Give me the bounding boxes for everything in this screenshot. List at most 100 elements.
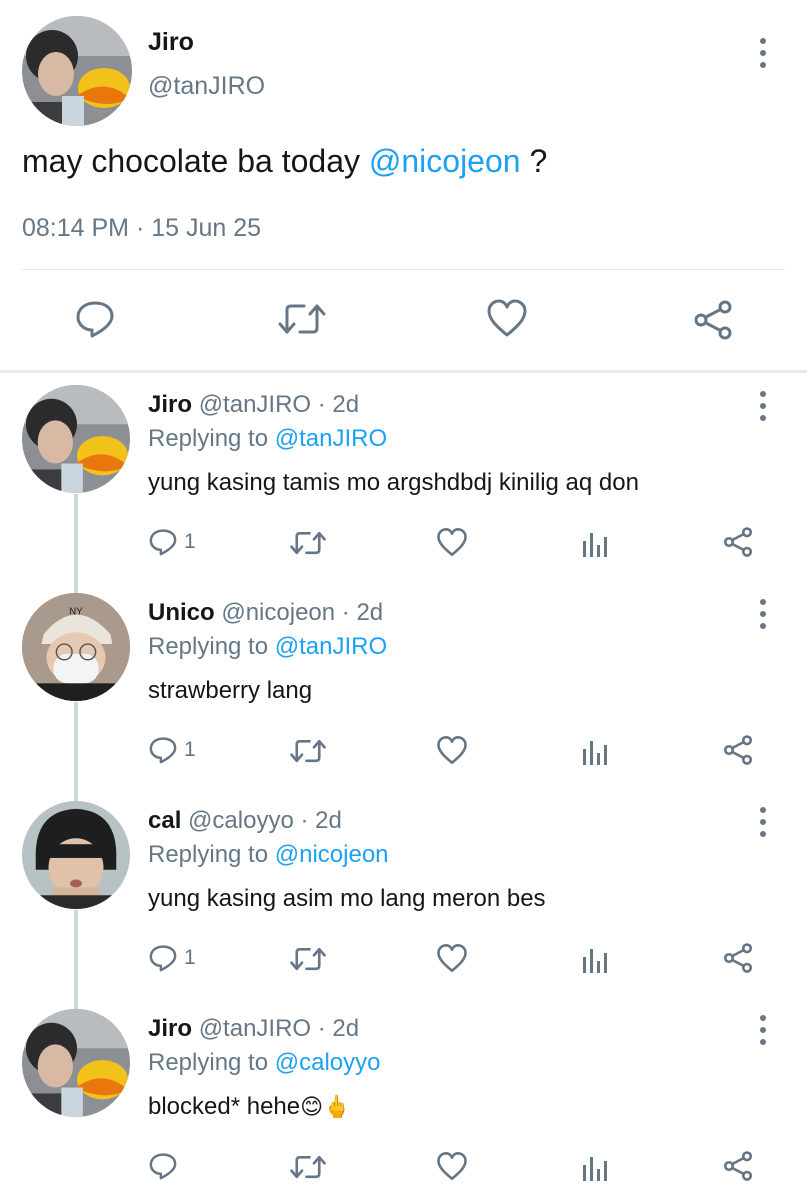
share-button[interactable] bbox=[722, 1151, 754, 1181]
author-name[interactable]: Jiro bbox=[148, 28, 194, 57]
retweet-icon bbox=[278, 304, 326, 334]
reply-button[interactable]: 1 bbox=[148, 943, 196, 973]
avatar[interactable] bbox=[22, 385, 130, 493]
avatar[interactable] bbox=[22, 16, 132, 126]
reply-time: · 2d bbox=[317, 391, 360, 418]
tweet-actions bbox=[0, 290, 807, 350]
divider bbox=[22, 269, 785, 270]
author-name[interactable]: Unico bbox=[148, 599, 215, 626]
reply-tweet[interactable]: Jiro @tanJIRO · 2d Replying to @tanJIRO … bbox=[0, 373, 807, 581]
reply-tweet[interactable]: cal @caloyyo · 2d Replying to @nicojeon … bbox=[0, 789, 807, 997]
reply-icon bbox=[76, 301, 114, 338]
retweet-button[interactable] bbox=[278, 302, 326, 336]
author-handle[interactable]: @tanJIRO bbox=[148, 72, 265, 101]
reply-actions bbox=[0, 1147, 807, 1187]
author-name[interactable]: cal bbox=[148, 807, 181, 834]
share-icon bbox=[723, 527, 753, 557]
reply-tweet[interactable]: Jiro @tanJIRO · 2d Replying to @caloyyo … bbox=[0, 997, 807, 1200]
replying-to: Replying to @tanJIRO bbox=[148, 425, 387, 453]
reply-button[interactable] bbox=[148, 1151, 184, 1181]
tweet-text-body: may chocolate ba today bbox=[22, 143, 369, 179]
reply-header: Unico @nicojeon · 2d bbox=[148, 599, 383, 627]
share-button[interactable] bbox=[722, 735, 754, 765]
share-button[interactable] bbox=[722, 943, 754, 973]
mention-link[interactable]: @nicojeon bbox=[369, 143, 521, 179]
like-button[interactable] bbox=[436, 943, 468, 973]
avatar[interactable]: NY bbox=[22, 593, 130, 701]
reply-time: · 2d bbox=[300, 807, 342, 834]
author-handle[interactable]: @tanJIRO bbox=[199, 1015, 311, 1042]
reply-button[interactable] bbox=[74, 298, 116, 340]
tweet-text: may chocolate ba today @nicojeon ? bbox=[22, 143, 547, 180]
analytics-button[interactable] bbox=[581, 527, 609, 557]
reply-tweet[interactable]: NY Unico @nicojeon · 2d Replying to @tan… bbox=[0, 581, 807, 789]
reply-icon bbox=[149, 945, 177, 972]
like-button[interactable] bbox=[436, 527, 468, 557]
share-button[interactable] bbox=[692, 300, 734, 340]
retweet-button[interactable] bbox=[290, 1154, 326, 1180]
retweet-icon bbox=[290, 947, 326, 971]
reply-text: yung kasing tamis mo argshdbdj kinilig a… bbox=[148, 469, 639, 496]
retweet-icon bbox=[290, 531, 326, 555]
like-button[interactable] bbox=[436, 1151, 468, 1181]
replying-to-label: Replying to bbox=[148, 841, 275, 868]
more-options-icon[interactable] bbox=[758, 599, 768, 629]
avatar[interactable] bbox=[22, 1009, 130, 1117]
analytics-button[interactable] bbox=[581, 943, 609, 973]
retweet-button[interactable] bbox=[290, 738, 326, 764]
share-icon bbox=[723, 735, 753, 765]
author-handle[interactable]: @caloyyo bbox=[188, 807, 294, 834]
reply-count: 1 bbox=[184, 738, 196, 761]
more-options-icon[interactable] bbox=[758, 391, 768, 421]
reply-icon bbox=[149, 1153, 177, 1180]
like-icon bbox=[487, 299, 527, 337]
retweet-icon bbox=[290, 1155, 326, 1179]
like-icon bbox=[437, 527, 467, 557]
analytics-button[interactable] bbox=[581, 735, 609, 765]
author-handle[interactable]: @nicojeon bbox=[221, 599, 335, 626]
author-name[interactable]: Jiro bbox=[148, 391, 192, 418]
reply-button[interactable]: 1 bbox=[148, 735, 196, 765]
reply-button[interactable]: 1 bbox=[148, 527, 196, 557]
reply-header: Jiro @tanJIRO · 2d bbox=[148, 391, 359, 419]
like-icon bbox=[437, 735, 467, 765]
retweet-button[interactable] bbox=[290, 946, 326, 972]
reply-header: cal @caloyyo · 2d bbox=[148, 807, 342, 835]
share-icon bbox=[723, 1151, 753, 1181]
reply-icon bbox=[149, 529, 177, 556]
avatar[interactable] bbox=[22, 801, 130, 909]
more-options-icon[interactable] bbox=[758, 1015, 768, 1045]
analytics-icon bbox=[583, 533, 607, 557]
more-options-icon[interactable] bbox=[758, 38, 768, 68]
mention-link[interactable]: @caloyyo bbox=[275, 1049, 381, 1076]
analytics-icon bbox=[583, 741, 607, 765]
emoji: 😊🖕 bbox=[300, 1095, 351, 1120]
replying-to-label: Replying to bbox=[148, 425, 275, 452]
reply-count: 1 bbox=[184, 530, 196, 553]
like-button[interactable] bbox=[486, 298, 528, 338]
mention-link[interactable]: @tanJIRO bbox=[275, 425, 387, 452]
mention-link[interactable]: @nicojeon bbox=[275, 841, 389, 868]
like-button[interactable] bbox=[436, 735, 468, 765]
reply-actions: 1 bbox=[0, 523, 807, 563]
share-icon bbox=[694, 300, 732, 340]
like-icon bbox=[437, 943, 467, 973]
reply-actions: 1 bbox=[0, 731, 807, 771]
tweet-text-end: ? bbox=[520, 143, 548, 179]
reply-count: 1 bbox=[184, 946, 196, 969]
replying-to: Replying to @tanJIRO bbox=[148, 633, 387, 661]
more-options-icon[interactable] bbox=[758, 807, 768, 837]
mention-link[interactable]: @tanJIRO bbox=[275, 633, 387, 660]
analytics-icon bbox=[583, 1157, 607, 1181]
share-button[interactable] bbox=[722, 527, 754, 557]
replying-to: Replying to @caloyyo bbox=[148, 1049, 381, 1077]
replying-to: Replying to @nicojeon bbox=[148, 841, 389, 869]
tweet-timestamp[interactable]: 08:14 PM · 15 Jun 25 bbox=[22, 214, 261, 243]
main-tweet: Jiro @tanJIRO may chocolate ba today @ni… bbox=[0, 0, 807, 372]
analytics-button[interactable] bbox=[581, 1151, 609, 1181]
retweet-button[interactable] bbox=[290, 530, 326, 556]
reply-time: · 2d bbox=[341, 599, 384, 626]
author-name[interactable]: Jiro bbox=[148, 1015, 192, 1042]
author-handle[interactable]: @tanJIRO bbox=[199, 391, 311, 418]
replying-to-label: Replying to bbox=[148, 1049, 275, 1076]
